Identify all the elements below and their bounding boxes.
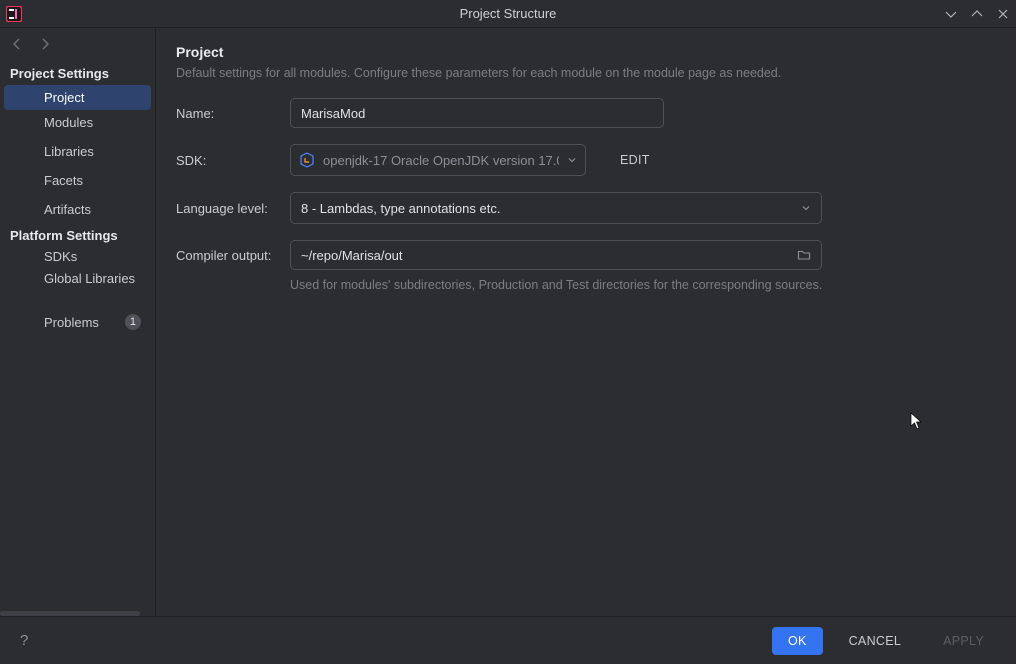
sidebar-item-label: Modules <box>44 115 93 130</box>
section-header-project-settings: Project Settings <box>0 60 155 85</box>
folder-browse-icon[interactable] <box>797 248 811 262</box>
compiler-output-label: Compiler output: <box>176 248 290 263</box>
sidebar-item-facets[interactable]: Facets <box>0 168 155 193</box>
sidebar-item-label: Libraries <box>44 144 94 159</box>
page-subtitle: Default settings for all modules. Config… <box>176 66 992 80</box>
ok-button[interactable]: OK <box>772 627 823 655</box>
sidebar-item-label: Artifacts <box>44 202 91 217</box>
compiler-output-helper: Used for modules' subdirectories, Produc… <box>290 278 992 292</box>
window-title: Project Structure <box>0 6 1016 21</box>
sidebar-item-problems[interactable]: Problems 1 <box>0 309 155 335</box>
sdk-dropdown[interactable]: openjdk-17 Oracle OpenJDK version 17.0. <box>290 144 586 176</box>
sidebar-item-label: Global Libraries <box>44 271 135 286</box>
help-button[interactable]: ? <box>20 632 28 649</box>
sidebar-item-modules[interactable]: Modules <box>0 110 155 135</box>
sdk-label: SDK: <box>176 153 290 168</box>
sidebar-item-global-libraries[interactable]: Global Libraries <box>0 266 155 291</box>
apply-button: APPLY <box>927 627 1000 655</box>
sidebar-item-label: Project <box>44 90 84 105</box>
nav-forward-icon[interactable] <box>38 37 52 51</box>
chevron-down-icon <box>567 153 577 168</box>
sdk-edit-button[interactable]: EDIT <box>620 153 650 167</box>
language-level-label: Language level: <box>176 201 290 216</box>
sidebar-item-project[interactable]: Project <box>4 85 151 110</box>
language-level-dropdown[interactable]: 8 - Lambdas, type annotations etc. <box>290 192 822 224</box>
window-close-icon[interactable] <box>994 5 1012 23</box>
sidebar-item-label: SDKs <box>44 249 77 264</box>
compiler-output-input[interactable] <box>301 248 789 263</box>
window-maximize-icon[interactable] <box>968 5 986 23</box>
sidebar-scrollbar[interactable] <box>0 611 140 616</box>
project-name-input[interactable] <box>290 98 664 128</box>
sidebar: Project Settings Project Modules Librari… <box>0 28 156 616</box>
language-level-text: 8 - Lambdas, type annotations etc. <box>301 201 500 216</box>
sidebar-item-sdks[interactable]: SDKs <box>0 247 155 266</box>
window-minimize-icon[interactable] <box>942 5 960 23</box>
problems-count-badge: 1 <box>125 314 141 330</box>
dialog-footer: ? OK CANCEL APPLY <box>0 616 1016 664</box>
compiler-output-field[interactable] <box>290 240 822 270</box>
sidebar-item-label: Problems <box>44 315 99 330</box>
sidebar-item-label: Facets <box>44 173 83 188</box>
cancel-button[interactable]: CANCEL <box>833 627 918 655</box>
nav-back-icon[interactable] <box>10 37 24 51</box>
content-panel: Project Default settings for all modules… <box>156 28 1016 616</box>
sidebar-item-artifacts[interactable]: Artifacts <box>0 197 155 222</box>
app-icon <box>6 6 22 22</box>
sidebar-item-libraries[interactable]: Libraries <box>0 139 155 164</box>
sdk-selected-text: openjdk-17 Oracle OpenJDK version 17.0. <box>323 153 559 168</box>
page-title: Project <box>176 44 992 60</box>
java-sdk-icon <box>299 152 315 168</box>
title-bar: Project Structure <box>0 0 1016 28</box>
name-label: Name: <box>176 106 290 121</box>
section-header-platform-settings: Platform Settings <box>0 222 155 247</box>
chevron-down-icon <box>801 201 811 216</box>
